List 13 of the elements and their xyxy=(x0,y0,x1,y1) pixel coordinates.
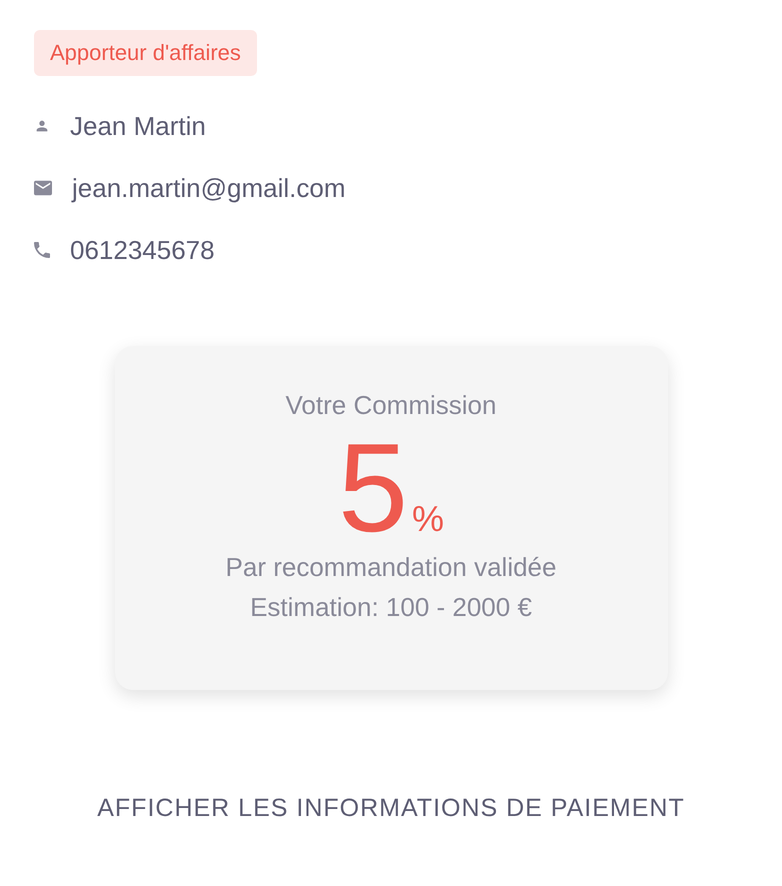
contact-text: Jean Martin xyxy=(70,110,206,142)
contact-text: 0612345678 xyxy=(70,234,215,266)
person-icon xyxy=(34,118,50,134)
mail-icon xyxy=(34,180,52,196)
role-badge: Apporteur d'affaires xyxy=(34,30,257,76)
percent-sign: % xyxy=(412,498,444,540)
card-title: Votre Commission xyxy=(286,390,496,421)
payment-info-button[interactable]: AFFICHER LES INFORMATIONS DE PAIEMENT xyxy=(85,786,697,831)
phone-icon xyxy=(34,242,50,258)
contact-text: jean.martin@gmail.com xyxy=(72,172,346,204)
commission-value: 5 xyxy=(338,429,408,547)
card-caption: Par recommandation validée xyxy=(226,551,556,584)
card-caption: Estimation: 100 - 2000 € xyxy=(250,591,532,624)
